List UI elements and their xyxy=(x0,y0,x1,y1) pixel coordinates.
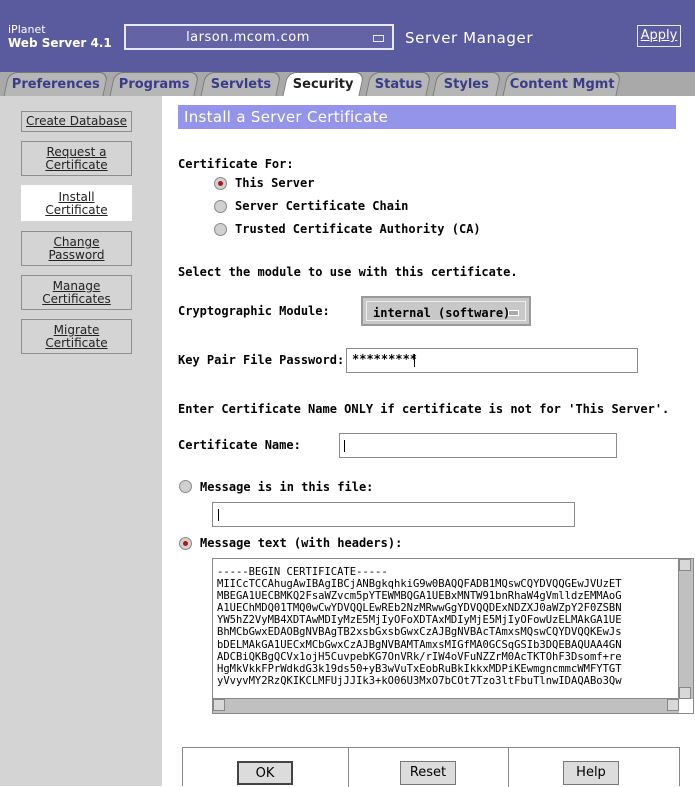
sidebar-item-manage-certificates[interactable]: Manage Certificates xyxy=(21,275,132,310)
server-select-value: larson.mcom.com xyxy=(186,30,310,45)
keypair-password-input[interactable]: ********* xyxy=(346,348,638,373)
reset-button[interactable]: Reset xyxy=(400,761,456,785)
certificate-text: -----BEGIN CERTIFICATE----- MIICcTCCAhugA… xyxy=(217,566,622,687)
tab-preferences[interactable]: Preferences xyxy=(3,72,109,96)
tab-programs[interactable]: Programs xyxy=(109,72,200,96)
sidebar-item-install-certificate[interactable]: Install Certificate xyxy=(21,185,132,221)
certificate-text-line: A1UEChMDQ01TMQ0wCwYDVQQLEwREb2NzMRwwGgYD… xyxy=(217,602,622,615)
message-text-label: Message text (with headers): xyxy=(200,536,403,550)
tab-servlets[interactable]: Servlets xyxy=(200,72,282,96)
apply-button[interactable]: Apply xyxy=(637,25,681,47)
vertical-scrollbar[interactable] xyxy=(678,559,693,699)
text-cursor-icon xyxy=(344,440,345,452)
scroll-right-icon[interactable] xyxy=(667,699,679,711)
tab-styles[interactable]: Styles xyxy=(432,72,502,96)
module-select[interactable]: internal (software) xyxy=(361,296,531,326)
message-file-label: Message is in this file: xyxy=(200,480,374,494)
module-instruction: Select the module to use with this certi… xyxy=(178,265,518,279)
text-cursor-icon xyxy=(218,509,219,521)
certificate-text-line: MBEGA1UECBMKQ2FsaWZvcm5pYTEWMBQGA1UEBxMN… xyxy=(217,590,622,603)
scroll-left-icon[interactable] xyxy=(213,699,225,711)
app-title: Server Manager xyxy=(405,29,534,47)
radio-message-text[interactable] xyxy=(179,537,192,550)
radio-ca-label: Trusted Certificate Authority (CA) xyxy=(235,222,481,236)
sidebar-item-migrate-certificate[interactable]: Migrate Certificate xyxy=(21,319,132,354)
button-bar: OK Reset Help xyxy=(182,747,680,787)
radio-server-certificate-chain[interactable] xyxy=(214,200,227,213)
certificate-text-line: BhMCbGwxEDAOBgNVBAgTB2xsbGxsbGwxCzAJBgNV… xyxy=(217,626,622,639)
certificate-text-line: yVvyvMY2RzQKIKCLMFUjJJIk3+kO06U3MxO7bCOt… xyxy=(217,674,622,687)
server-select[interactable]: larson.mcom.com xyxy=(124,24,394,50)
certificate-text-line: YW5hZ2VyMB4XDTAwMDIyMzE5MjIyOFoXDTAxMDIy… xyxy=(217,614,622,627)
certificate-name-label: Certificate Name: xyxy=(178,438,301,452)
tab-content-mgmt[interactable]: Content Mgmt xyxy=(502,72,622,96)
button-cell: Reset xyxy=(349,748,509,787)
horizontal-scrollbar[interactable] xyxy=(213,698,679,713)
radio-chain-label: Server Certificate Chain xyxy=(235,199,409,213)
page-title: Install a Server Certificate xyxy=(178,105,676,129)
certificate-text-line: bDELMAkGA1UECxMCbGwxCzAJBgNVBAMTAmxsMIGf… xyxy=(217,638,622,651)
brand-name: iPlanet xyxy=(8,23,46,36)
dropdown-icon xyxy=(373,35,384,42)
certificate-text-line: ADCBiQKBgQCVx1ojH5CuvpebKG7OnVRk/rIW4oVF… xyxy=(217,650,622,663)
keypair-password-label: Key Pair File Password: xyxy=(178,353,345,367)
ok-button[interactable]: OK xyxy=(237,761,293,785)
help-button[interactable]: Help xyxy=(563,761,619,785)
keypair-password-value: ********* xyxy=(352,352,418,366)
button-cell: OK xyxy=(183,748,349,787)
dropdown-icon xyxy=(508,310,519,316)
certificate-text-line: HgMkVkkFPrWdkdG3k19ds50+yB3wVuTxEobRuBkI… xyxy=(217,662,622,675)
radio-trusted-ca[interactable] xyxy=(214,223,227,236)
product-name: Web Server 4.1 xyxy=(8,36,112,50)
certificate-text-line: MIICcTCCAhugAwIBAgIBCjANBgkqhkiG9w0BAQQF… xyxy=(217,578,622,591)
radio-this-server[interactable] xyxy=(214,177,227,190)
text-cursor-icon xyxy=(414,354,415,367)
tab-status[interactable]: Status xyxy=(365,72,432,96)
certificate-name-input[interactable] xyxy=(339,433,617,458)
radio-message-file[interactable] xyxy=(179,480,192,493)
sidebar-item-change-password[interactable]: Change Password xyxy=(21,231,132,266)
scroll-down-icon[interactable] xyxy=(679,687,691,699)
message-textarea[interactable]: -----BEGIN CERTIFICATE----- MIICcTCCAhugA… xyxy=(212,558,694,714)
sidebar-item-create-database[interactable]: Create Database xyxy=(21,111,132,132)
module-select-face: internal (software) xyxy=(366,301,526,321)
tab-security[interactable]: Security xyxy=(282,72,365,96)
module-label: Cryptographic Module: xyxy=(178,304,330,318)
name-instruction: Enter Certificate Name ONLY if certifica… xyxy=(178,402,670,416)
sidebar-item-request-certificate[interactable]: Request a Certificate xyxy=(21,141,132,176)
certificate-for-label: Certificate For: xyxy=(178,157,294,171)
module-select-value: internal (software) xyxy=(373,306,511,320)
scroll-up-icon[interactable] xyxy=(679,559,691,571)
button-cell: Help xyxy=(509,748,679,787)
radio-this-server-label: This Server xyxy=(235,176,315,190)
certificate-text-line: -----BEGIN CERTIFICATE----- xyxy=(217,566,388,578)
message-file-input[interactable] xyxy=(212,502,575,527)
